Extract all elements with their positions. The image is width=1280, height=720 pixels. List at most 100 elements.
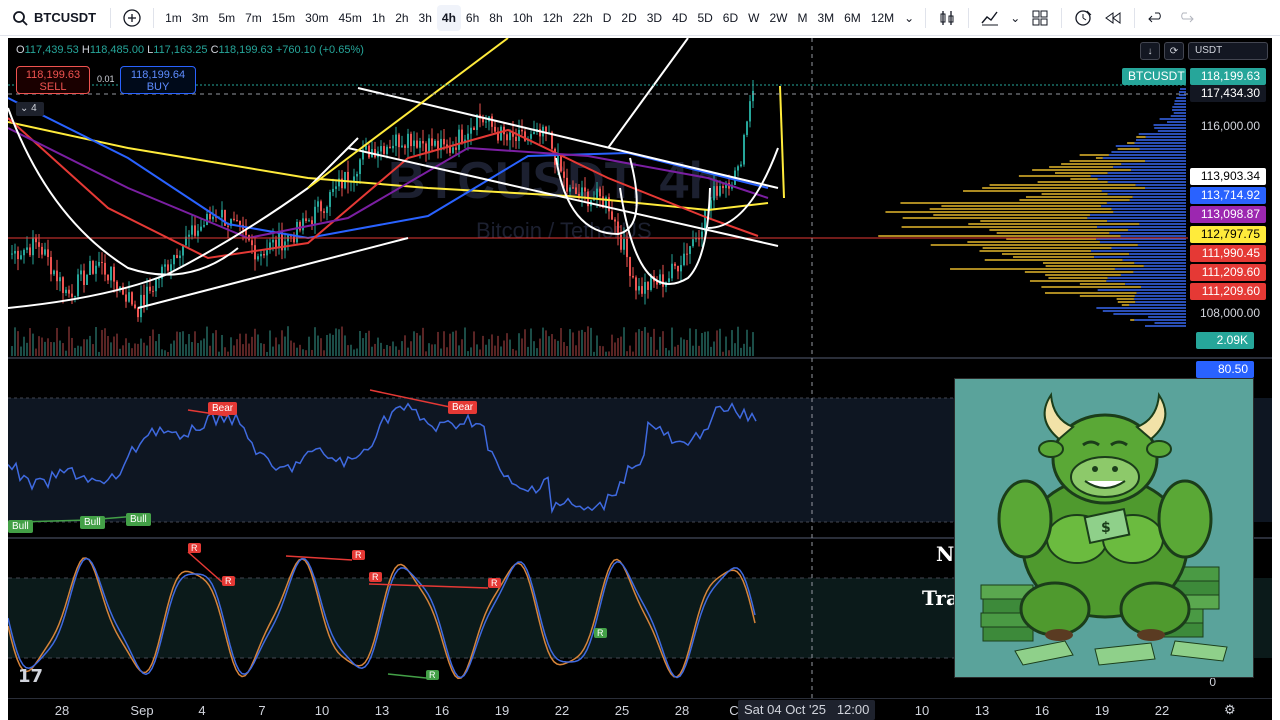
candle-body [719, 186, 721, 196]
symbol-search[interactable]: BTCUSDT [0, 10, 104, 26]
candle-body [26, 247, 28, 250]
volume-bar [452, 331, 454, 356]
candle-body [638, 286, 640, 291]
chart-canvas[interactable]: BTCUSDT, 4h Bitcoin / TetherUS O117,439.5… [8, 38, 1272, 720]
indicators-collapse-button[interactable]: ⌄ 4 [16, 102, 44, 116]
sell-button[interactable]: 118,199.63 SELL [16, 66, 90, 94]
volume-bar [620, 336, 622, 356]
volume-profile-bar [1090, 175, 1186, 177]
time-label: 10 [914, 703, 930, 718]
volume-bar [497, 335, 499, 356]
interval-5m[interactable]: 5m [213, 5, 240, 31]
tradingview-logo[interactable]: 𝟭𝟳 [18, 666, 43, 687]
volume-bar [71, 337, 73, 356]
candle-body [125, 294, 127, 302]
volume-bar [674, 346, 676, 356]
compare-add-icon[interactable] [117, 5, 147, 31]
settings-gear-icon[interactable]: ⚙ [1224, 702, 1236, 718]
volume-bar [353, 349, 355, 356]
volume-bar [587, 326, 589, 356]
interval-15m[interactable]: 15m [267, 5, 300, 31]
volume-profile-bar [1139, 223, 1186, 225]
volume-bar [515, 350, 517, 356]
volume-bar [95, 327, 97, 356]
candle-body [626, 238, 628, 258]
undo-icon[interactable] [1141, 5, 1171, 31]
volume-bar [275, 337, 277, 356]
interval-12h[interactable]: 12h [538, 5, 568, 31]
volume-bar [683, 339, 685, 356]
interval-W[interactable]: W [743, 5, 764, 31]
volume-bar [650, 336, 652, 356]
interval-2W[interactable]: 2W [764, 5, 792, 31]
candle-body [266, 250, 268, 256]
replay-rewind-icon[interactable] [1098, 5, 1128, 31]
candle-body [56, 270, 58, 282]
interval-7m[interactable]: 7m [240, 5, 267, 31]
volume-bar [551, 334, 553, 356]
volume-profile-bar [885, 211, 1114, 213]
interval-45m[interactable]: 45m [333, 5, 366, 31]
currency-select[interactable]: USDT [1188, 42, 1268, 60]
interval-1h[interactable]: 1h [367, 5, 390, 31]
download-arrow-icon[interactable]: ↓ [1140, 42, 1160, 60]
indicators-chevron-icon[interactable]: ⌄ [1005, 5, 1025, 31]
bull-label: Bull [80, 516, 105, 529]
volume-bar [722, 351, 724, 356]
indicators-icon[interactable] [975, 5, 1005, 31]
volume-profile-bar [1037, 181, 1108, 183]
interval-10h[interactable]: 10h [508, 5, 538, 31]
interval-3m[interactable]: 3m [187, 5, 214, 31]
interval-6h[interactable]: 6h [461, 5, 484, 31]
volume-bar [638, 329, 640, 356]
volume-bar [521, 338, 523, 356]
volume-bar [191, 342, 193, 356]
bar-style-icon[interactable] [932, 5, 962, 31]
time-label: Sep [130, 703, 154, 718]
volume-profile-bar [1180, 88, 1186, 90]
volume-bar [110, 342, 112, 356]
alert-clock-icon[interactable] [1068, 5, 1098, 31]
interval-6M[interactable]: 6M [839, 5, 866, 31]
volume-bar [50, 342, 52, 356]
volume-bar [44, 341, 46, 356]
interval-30m[interactable]: 30m [300, 5, 333, 31]
volume-bar [701, 333, 703, 356]
interval-4h[interactable]: 4h [436, 4, 461, 31]
redo-icon[interactable] [1171, 5, 1201, 31]
interval-D[interactable]: D [598, 5, 617, 31]
volume-bar [659, 336, 661, 356]
candle-body [680, 265, 682, 272]
volume-bar [716, 330, 718, 356]
candle-body [89, 261, 91, 275]
interval-more-chevron-icon[interactable]: ⌄ [899, 5, 919, 31]
interval-6D[interactable]: 6D [718, 5, 743, 31]
interval-12M[interactable]: 12M [866, 5, 899, 31]
interval-3D[interactable]: 3D [642, 5, 667, 31]
svg-text:$: $ [1101, 520, 1111, 536]
interval-22h[interactable]: 22h [568, 5, 598, 31]
time-axis[interactable]: 28 Sep 4 7 10 13 16 19 22 25 28 C 10 13 16 19 22 Sat 04 … [8, 698, 1272, 720]
interval-3h[interactable]: 3h [414, 5, 437, 31]
layout-grid-icon[interactable] [1025, 5, 1055, 31]
volume-profile-bar [1108, 154, 1186, 156]
volume-bar [254, 328, 256, 356]
volume-bar [224, 347, 226, 356]
volume-bar [116, 333, 118, 356]
interval-8h[interactable]: 8h [484, 5, 507, 31]
interval-4D[interactable]: 4D [667, 5, 692, 31]
interval-5D[interactable]: 5D [692, 5, 717, 31]
buy-button[interactable]: 118,199.64 BUY [120, 66, 196, 94]
volume-profile-bar [1129, 304, 1186, 306]
sync-icon[interactable]: ⟳ [1164, 42, 1184, 60]
interval-M[interactable]: M [792, 5, 812, 31]
volume-profile-bar [1136, 292, 1186, 294]
interval-1m[interactable]: 1m [160, 5, 187, 31]
volume-bar [602, 346, 604, 356]
time-label: 19 [494, 703, 510, 718]
interval-2h[interactable]: 2h [390, 5, 413, 31]
interval-2D[interactable]: 2D [616, 5, 641, 31]
candle-body [131, 292, 133, 305]
candle-body [272, 239, 274, 243]
interval-3M[interactable]: 3M [812, 5, 839, 31]
